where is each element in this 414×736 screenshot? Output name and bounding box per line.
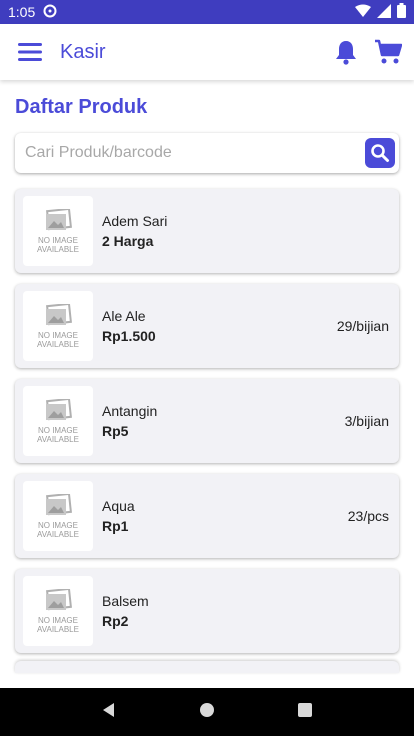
sync-icon (43, 4, 57, 21)
image-placeholder-icon (46, 493, 72, 515)
image-placeholder-icon (46, 398, 72, 420)
recents-icon[interactable] (296, 701, 314, 724)
status-icons (355, 3, 406, 21)
status-time: 1:05 (8, 4, 36, 20)
image-placeholder-icon (46, 588, 72, 610)
no-image-placeholder: NO IMAGE AVAILABLE (23, 576, 93, 646)
product-list: NO IMAGE AVAILABLE Adem Sari 2 Harga NO … (15, 189, 399, 664)
home-icon[interactable] (198, 701, 216, 724)
product-name: Ale Ale (102, 308, 146, 324)
product-price: 2 Harga (102, 233, 154, 249)
hamburger-menu-icon[interactable] (16, 38, 44, 66)
no-image-text: NO IMAGE AVAILABLE (37, 330, 79, 349)
battery-icon (397, 3, 406, 21)
product-stock: 3/bijian (344, 413, 389, 429)
search-input[interactable] (23, 143, 365, 163)
no-image-placeholder: NO IMAGE AVAILABLE (23, 386, 93, 456)
no-image-placeholder: NO IMAGE AVAILABLE (23, 196, 93, 266)
product-stock: 23/pcs (347, 508, 389, 524)
product-item[interactable]: NO IMAGE AVAILABLE Adem Sari 2 Harga (15, 189, 399, 273)
status-bar: 1:05 (0, 0, 414, 24)
wifi-icon (355, 4, 371, 21)
app-title: Kasir (60, 40, 106, 63)
page-title: Daftar Produk (15, 96, 148, 118)
no-image-text: NO IMAGE AVAILABLE (37, 425, 79, 444)
image-placeholder-icon (46, 208, 72, 230)
product-name: Aqua (102, 498, 135, 514)
product-name: Balsem (102, 593, 149, 609)
no-image-text: NO IMAGE AVAILABLE (37, 520, 79, 539)
app-bar: Kasir (0, 24, 414, 80)
product-stock: 29/bijian (336, 318, 389, 334)
product-item[interactable]: NO IMAGE AVAILABLE Antangin Rp5 3/bijian (15, 379, 399, 463)
no-image-text: NO IMAGE AVAILABLE (37, 615, 79, 634)
product-price: Rp2 (102, 613, 129, 629)
no-image-placeholder: NO IMAGE AVAILABLE (23, 481, 93, 551)
signal-icon (377, 3, 391, 21)
product-item[interactable]: NO IMAGE AVAILABLE Balsem Rp2 (15, 569, 399, 653)
search-button[interactable] (365, 138, 395, 168)
no-image-text: NO IMAGE AVAILABLE (37, 235, 79, 254)
system-navigation-bar (0, 688, 414, 736)
bell-icon[interactable] (332, 38, 360, 66)
product-item[interactable]: NO IMAGE AVAILABLE Ale Ale Rp1.500 29/bi… (15, 284, 399, 368)
product-price: Rp1.500 (102, 328, 156, 344)
back-icon[interactable] (100, 701, 118, 724)
image-placeholder-icon (46, 303, 72, 325)
search-icon (371, 144, 389, 162)
cart-icon[interactable] (374, 38, 402, 66)
product-name: Adem Sari (102, 213, 168, 229)
product-price: Rp5 (102, 423, 129, 439)
search-bar (15, 133, 399, 173)
product-item[interactable]: NO IMAGE AVAILABLE Aqua Rp1 23/pcs (15, 474, 399, 558)
no-image-placeholder: NO IMAGE AVAILABLE (23, 291, 93, 361)
product-name: Antangin (102, 403, 158, 419)
product-item-partial[interactable] (15, 661, 399, 673)
product-price: Rp1 (102, 518, 129, 534)
